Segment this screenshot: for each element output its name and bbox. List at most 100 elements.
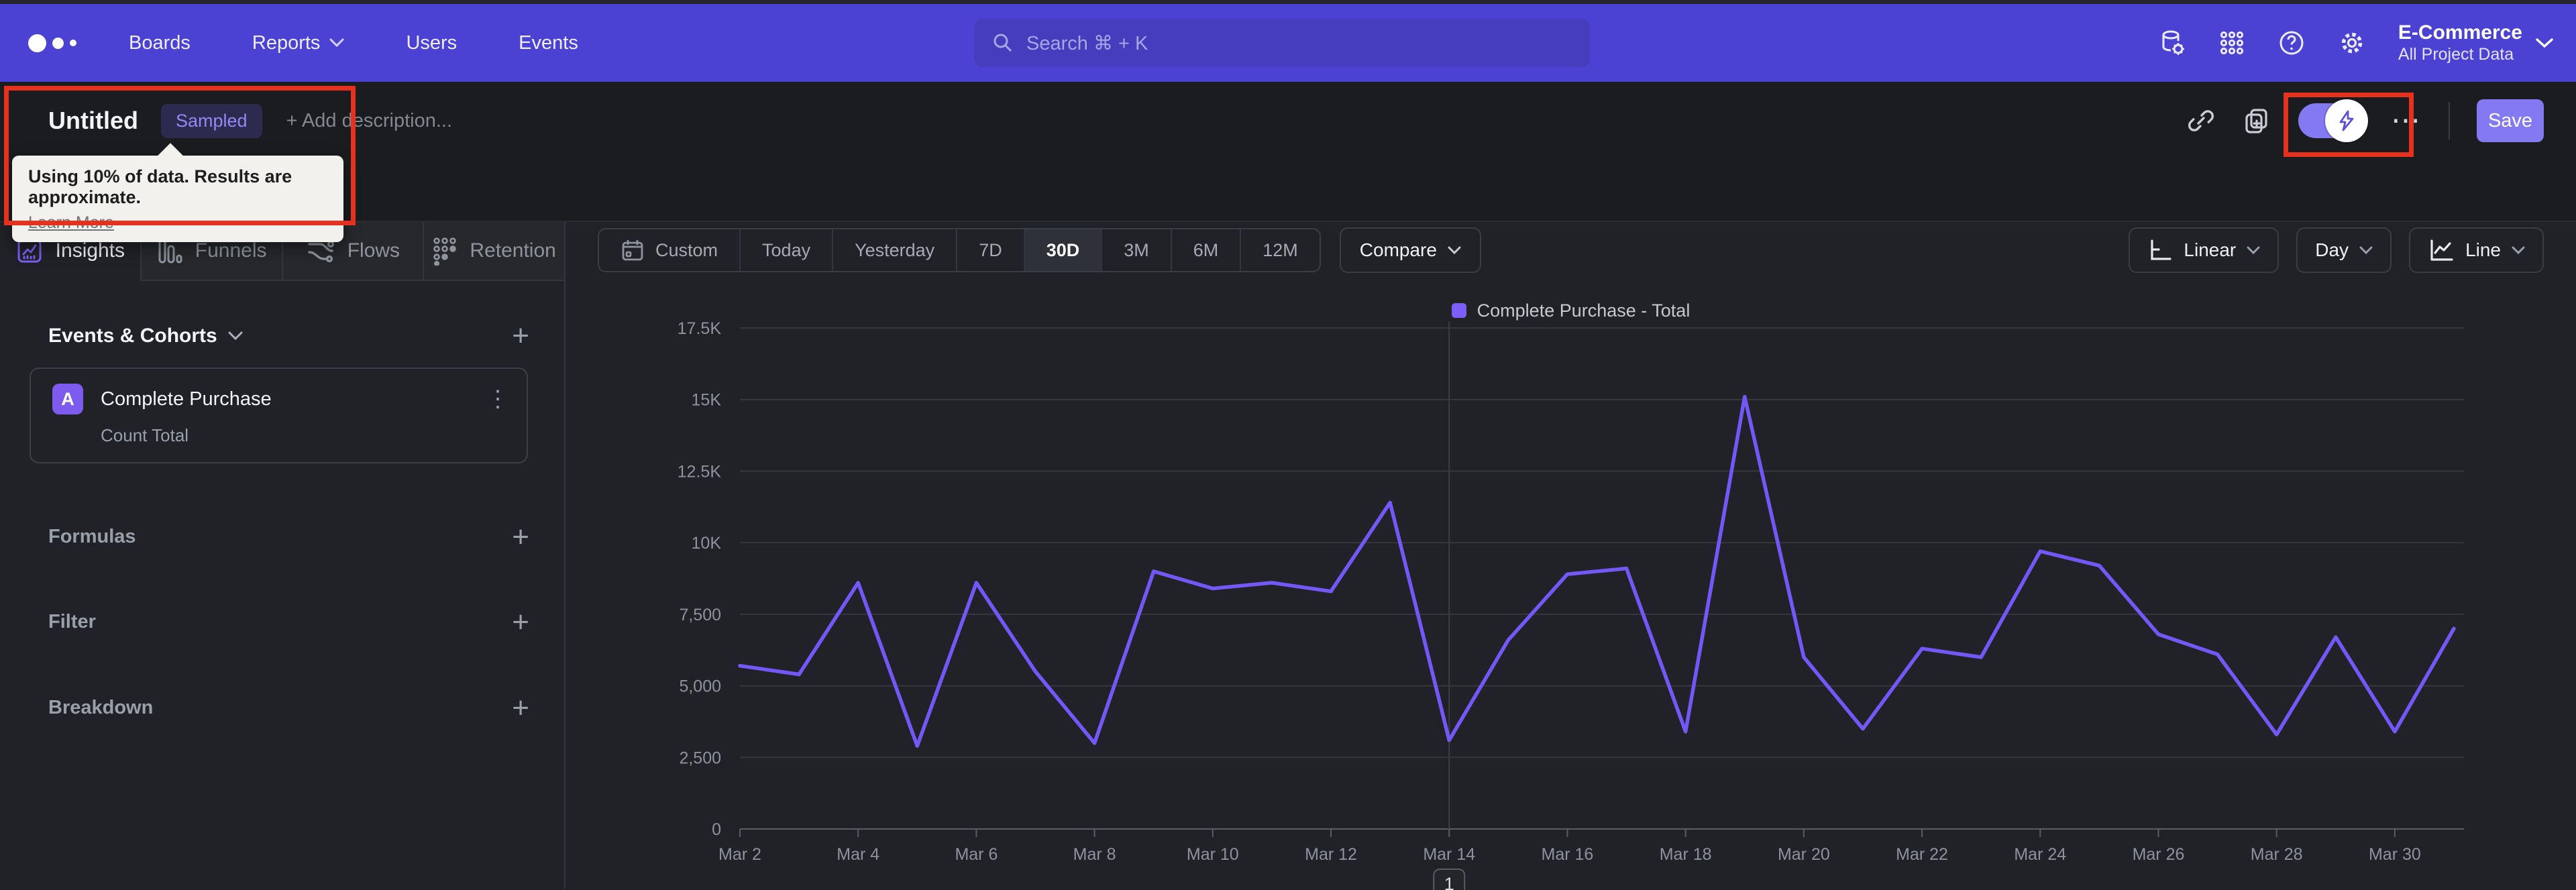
compare-label: Compare: [1359, 239, 1437, 260]
events-cohorts-title[interactable]: Events & Cohorts: [48, 325, 243, 347]
project-scope: All Project Data: [2398, 44, 2514, 64]
event-card[interactable]: A Complete Purchase ⋮ Count Total: [30, 368, 528, 464]
legend-label: Complete Purchase - Total: [1477, 300, 1690, 321]
range-6m[interactable]: 6M: [1170, 229, 1240, 271]
x-tick-label: Mar 20: [1778, 845, 1830, 864]
x-tick-label: Mar 18: [1660, 845, 1712, 864]
add-filter-button[interactable]: +: [512, 608, 529, 637]
nav-item-label: Events: [519, 32, 578, 54]
help-icon[interactable]: [2277, 29, 2306, 57]
control-label: Linear: [2184, 239, 2237, 260]
range-3m[interactable]: 3M: [1101, 229, 1171, 271]
range-label: 6M: [1193, 239, 1219, 260]
add-to-board-icon[interactable]: [2242, 106, 2271, 135]
x-tick-label: Mar 30: [2369, 845, 2421, 864]
x-tick-label: Mar 10: [1187, 845, 1239, 864]
events-cohorts-header: Events & Cohorts +: [48, 321, 529, 350]
nav-item-boards[interactable]: Boards: [129, 32, 191, 54]
range-label: Yesterday: [855, 239, 935, 260]
range-today[interactable]: Today: [739, 229, 832, 271]
chevron-down-icon: [2247, 246, 2260, 255]
x-tick-label: Mar 2: [718, 845, 761, 864]
search-icon: [991, 32, 1014, 54]
y-tick-label: 0: [712, 820, 721, 839]
learn-more-link[interactable]: Learn More: [28, 213, 114, 233]
range-7d[interactable]: 7D: [956, 229, 1024, 271]
add-event-button[interactable]: +: [512, 321, 529, 350]
nav-item-reports[interactable]: Reports: [252, 32, 345, 54]
nav-item-label: Boards: [129, 32, 191, 54]
y-tick-label: 10K: [692, 534, 722, 553]
day-dropdown[interactable]: Day: [2296, 227, 2392, 273]
report-title[interactable]: Untitled: [48, 107, 138, 135]
nav-right: E-Commerce All Project Data: [2158, 4, 2553, 82]
control-label: Line: [2465, 239, 2501, 260]
section-formulas: Formulas +: [48, 522, 529, 552]
nav-item-events[interactable]: Events: [519, 32, 578, 54]
range-custom[interactable]: Custom: [599, 229, 739, 271]
chevron-down-icon: [2359, 246, 2373, 255]
range-label: 3M: [1124, 239, 1149, 260]
settings-gear-icon[interactable]: [2338, 29, 2366, 57]
y-tick-label: 12.5K: [678, 462, 722, 481]
insights-chart-svg[interactable]: 0 2,500 5,000 7,500 10K 12.5K 15K 17.5K Mar 2 Mar…: [566, 321, 2575, 890]
x-tick-label: Mar 28: [2251, 845, 2303, 864]
data-management-icon[interactable]: [2158, 29, 2186, 57]
search-input[interactable]: Search ⌘ + K: [974, 19, 1590, 67]
add-breakdown-button[interactable]: +: [512, 693, 529, 722]
range-30d[interactable]: 30D: [1023, 229, 1102, 271]
copy-link-icon[interactable]: [2187, 107, 2215, 135]
event-metric[interactable]: Count Total: [101, 425, 509, 446]
query-builder-panel: Insights Funnels Flows Retention Events & C…: [0, 222, 566, 889]
mixpanel-logo[interactable]: [28, 34, 76, 52]
chevron-down-icon: [228, 331, 243, 340]
range-12m[interactable]: 12M: [1240, 229, 1320, 271]
apps-grid-icon[interactable]: [2218, 30, 2245, 56]
line-dropdown[interactable]: Line: [2409, 227, 2544, 273]
section-label: Filter: [48, 611, 96, 633]
chart-legend[interactable]: Complete Purchase - Total: [566, 300, 2576, 321]
more-options-button[interactable]: ⋯: [2391, 105, 2422, 135]
add-formulas-button[interactable]: +: [512, 522, 529, 552]
nav-item-users[interactable]: Users: [406, 32, 457, 54]
logo-dot-large: [28, 34, 46, 52]
sampling-toggle[interactable]: [2298, 99, 2368, 142]
tab-label: Insights: [55, 239, 125, 262]
annotation-badge[interactable]: 1: [1433, 869, 1466, 890]
nav-item-label: Reports: [252, 32, 321, 54]
compare-button[interactable]: Compare: [1339, 227, 1481, 273]
section-filter: Filter +: [48, 608, 529, 637]
y-tick-label: 7,500: [679, 606, 721, 624]
search-placeholder: Search ⌘ + K: [1026, 32, 1148, 54]
range-label: 30D: [1046, 239, 1080, 260]
tooltip-message: Using 10% of data. Results are approxima…: [28, 166, 292, 207]
range-label: 7D: [979, 239, 1002, 260]
add-description[interactable]: + Add description...: [286, 110, 452, 132]
project-selector[interactable]: E-Commerce All Project Data: [2398, 21, 2553, 64]
actions-divider: [2449, 102, 2450, 140]
nav-items: Boards Reports Users Events: [129, 32, 578, 54]
x-tick-label: Mar 22: [1896, 845, 1948, 864]
y-tick-label: 2,500: [679, 748, 721, 767]
calendar-icon: [621, 238, 645, 262]
linear-dropdown[interactable]: Linear: [2129, 227, 2279, 273]
range-yesterday[interactable]: Yesterday: [832, 229, 956, 271]
series-letter-badge: A: [52, 384, 83, 415]
x-tick-label: Mar 16: [1542, 845, 1594, 864]
save-button[interactable]: Save: [2477, 99, 2544, 142]
nav-item-label: Users: [406, 32, 458, 54]
tab-label: Flows: [347, 239, 400, 262]
builder-sections: Formulas + Filter + Breakdown +: [48, 522, 529, 723]
section-breakdown: Breakdown +: [48, 693, 529, 722]
logo-dot-small: [70, 40, 76, 46]
tab-retention[interactable]: Retention: [423, 222, 564, 281]
y-tick-label: 15K: [692, 391, 722, 410]
sampled-badge[interactable]: Sampled: [160, 103, 262, 138]
lightning-bolt-icon: [2339, 110, 2354, 131]
range-label: Today: [762, 239, 811, 260]
linear-axis-icon: [2147, 238, 2173, 262]
x-tick-label: Mar 24: [2014, 845, 2066, 864]
x-tick-label: Mar 14: [1423, 845, 1475, 864]
series-line: [738, 394, 2456, 748]
event-kebab-menu[interactable]: ⋮: [486, 387, 509, 410]
